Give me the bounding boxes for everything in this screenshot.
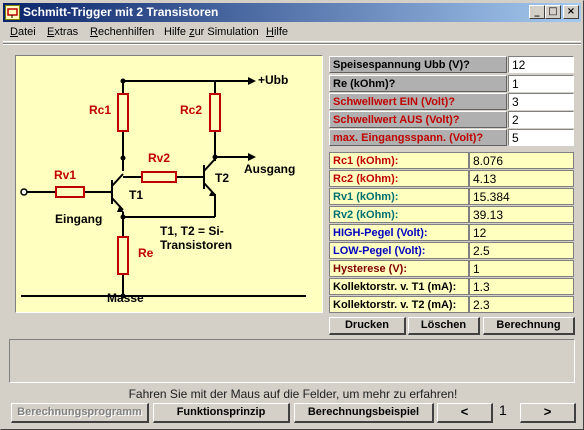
rv2-label: Rv2 [148,151,171,165]
rv1-label: Rv1 [54,168,77,182]
menu-extras-rest: xtras [54,26,79,38]
input-label-max-eingang: max. Eingangsspann. (Volt)? [329,129,507,146]
result-label-rc2: Rc2 (kOhm): [329,170,469,187]
result-value-rv2[interactable]: 39.13 [469,206,574,223]
input-label-re: Re (kOhm)? [329,75,507,92]
function-principle-button[interactable]: Funktionsprinzip [153,403,290,423]
menu-datei-rest: atei [17,26,36,38]
result-label-ic-t1: Kollektorstr. v. T1 (mA): [329,278,469,295]
result-value-rc1[interactable]: 8.076 [469,152,574,169]
calculation-program-button[interactable]: Berechnungsprogramm [11,403,149,423]
t1-label: T1 [129,188,144,202]
app-icon[interactable] [5,5,20,20]
t2-label: T2 [215,171,230,185]
result-value-rv1[interactable]: 15.384 [469,188,574,205]
menu-bar: Datei Extras Rechenhilfen Hilfe zur Simu… [3,23,581,42]
result-label-rc1: Rc1 (kOhm): [329,152,469,169]
menu-hilfe-sim-rest: ur Simulation [194,26,259,38]
print-button[interactable]: Drucken [329,317,406,335]
result-value-rc2[interactable]: 4.13 [469,170,574,187]
input-field-ubb[interactable]: 12 [508,56,574,73]
next-page-button[interactable]: > [520,403,576,423]
ubb-label: +Ubb [258,73,289,87]
note-line1: T1, T2 = Si- [160,224,224,238]
minimize-button[interactable]: _ [529,5,545,19]
menu-datei-hotkey: D [10,26,18,38]
re-label: Re [138,246,154,260]
masse-label: Masse [107,291,144,305]
result-label-rv1: Rv1 (kOhm): [329,188,469,205]
page-number: 1 [499,402,507,418]
ausgang-label: Ausgang [244,162,296,176]
result-value-hysterese[interactable]: 1 [469,260,574,277]
maximize-button[interactable]: □ [545,5,561,19]
hover-hint: Fahren Sie mit der Maus auf die Felder, … [128,387,458,401]
result-label-rv2: Rv2 (kOhm): [329,206,469,223]
menu-hilfe-hotkey: H [266,26,274,38]
input-field-re[interactable]: 1 [508,75,574,92]
result-value-high[interactable]: 12 [469,224,574,241]
menu-hilfe-simulation[interactable]: Hilfe zur Simulation [164,26,259,38]
info-panel [9,339,575,383]
title-bar[interactable]: Schmitt-Trigger mit 2 Transistoren _ □ × [3,3,581,22]
input-field-schwell-ein[interactable]: 3 [508,93,574,110]
rc2-label: Rc2 [180,103,203,117]
menu-datei[interactable]: Datei [10,26,36,38]
clear-button[interactable]: Löschen [408,317,480,335]
app-window: Schmitt-Trigger mit 2 Transistoren _ □ ×… [0,0,584,430]
result-label-hysterese: Hysterese (V): [329,260,469,277]
input-field-schwell-aus[interactable]: 2 [508,111,574,128]
menu-rechenhilfen[interactable]: Rechenhilfen [90,26,154,38]
calculation-example-button[interactable]: Berechnungsbeispiel [294,403,434,423]
result-label-high: HIGH-Pegel (Volt): [329,224,469,241]
circuit-drawing [20,77,306,299]
menu-rechenhilfen-rest: echenhilfen [97,26,155,38]
input-field-max-eingang[interactable]: 5 [508,129,574,146]
menu-hilfe[interactable]: Hilfe [266,26,288,38]
input-label-schwell-ein: Schwellwert EIN (Volt)? [329,93,507,110]
menu-hilfe-rest: ilfe [273,26,289,38]
result-label-ic-t2: Kollektorstr. v. T2 (mA): [329,296,469,313]
previous-page-button[interactable]: < [437,403,493,423]
close-button[interactable]: × [563,5,579,19]
input-label-ubb: Speisespannung Ubb (V)? [329,56,507,73]
menu-rechenhilfen-hotkey: R [90,26,98,38]
input-label-schwell-aus: Schwellwert AUS (Volt)? [329,111,507,128]
calculate-button[interactable]: Berechnung [483,317,575,335]
menu-separator [3,43,581,45]
result-label-low: LOW-Pegel (Volt): [329,242,469,259]
menu-hilfe-sim-pre: Hilfe [164,26,190,38]
window-title: Schmitt-Trigger mit 2 Transistoren [23,5,219,19]
result-value-ic-t2[interactable]: 2.3 [469,296,574,313]
circuit-schematic[interactable]: +Ubb Rc1 Rc2 Rv2 Rv1 T1 T2 Ausgang Einga… [15,55,323,313]
note-line2: Transistoren [160,238,233,252]
result-value-ic-t1[interactable]: 1.3 [469,278,574,295]
result-value-low[interactable]: 2.5 [469,242,574,259]
eingang-label: Eingang [55,212,103,226]
rc1-label: Rc1 [89,103,112,117]
menu-extras[interactable]: Extras [47,26,78,38]
